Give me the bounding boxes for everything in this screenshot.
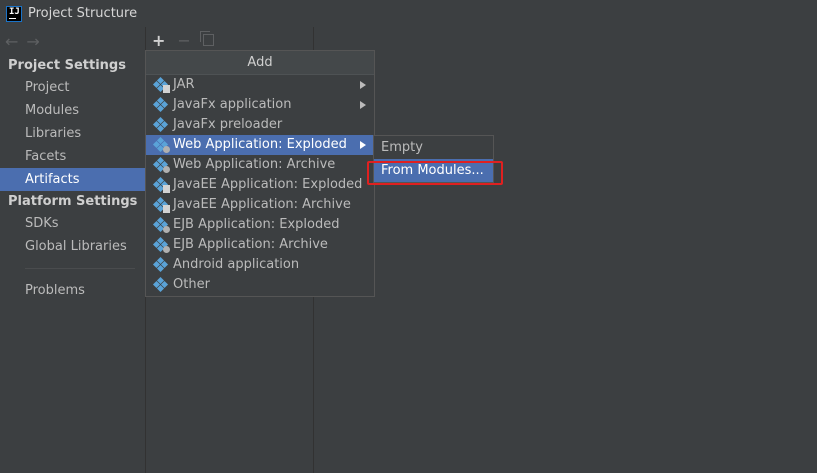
menu-item-javaee-application-exploded[interactable]: JavaEE Application: Exploded (146, 175, 374, 195)
menu-item-label: JavaFx preloader (173, 117, 283, 132)
sidebar-item-artifacts[interactable]: Artifacts (0, 168, 145, 191)
sidebar-item-libraries[interactable]: Libraries (0, 122, 145, 145)
menu-item-ejb-application-archive[interactable]: EJB Application: Archive (146, 235, 374, 255)
sidebar: ← → Project Settings Project Modules Lib… (0, 27, 146, 473)
menu-item-other[interactable]: Other (146, 275, 374, 295)
submenu-arrow-icon (360, 101, 366, 109)
menu-item-label: EJB Application: Archive (173, 237, 328, 252)
forward-arrow-icon[interactable]: → (26, 32, 39, 51)
menu-item-label: JavaEE Application: Archive (173, 197, 351, 212)
submenu-arrow-icon (360, 81, 366, 89)
menu-item-label: JAR (173, 77, 195, 92)
menu-item-label: Web Application: Exploded (173, 137, 347, 152)
platform-settings-header: Platform Settings (8, 194, 138, 209)
artifact-type-icon (152, 136, 170, 153)
artifact-type-icon (152, 176, 170, 193)
artifact-type-icon (152, 156, 170, 173)
copy-icon[interactable] (199, 31, 214, 46)
artifact-type-icon (152, 236, 170, 253)
add-icon[interactable]: + (152, 31, 165, 50)
title-bar: IJ Project Structure (0, 0, 817, 27)
artifact-type-icon (152, 256, 169, 273)
popup-header: Add (146, 51, 374, 75)
menu-item-javafx-preloader[interactable]: JavaFx preloader (146, 115, 374, 135)
menu-item-label: EJB Application: Exploded (173, 217, 340, 232)
nav-arrows: ← → (0, 27, 145, 55)
menu-item-label: Other (173, 277, 210, 292)
remove-icon[interactable]: − (177, 31, 190, 50)
intellij-app-icon: IJ (6, 5, 22, 22)
menu-item-label: Android application (173, 257, 300, 272)
sidebar-item-project[interactable]: Project (0, 76, 145, 99)
artifact-type-icon (152, 96, 169, 113)
sidebar-item-modules[interactable]: Modules (0, 99, 145, 122)
artifact-type-icon (152, 196, 170, 213)
menu-item-web-application-archive[interactable]: Web Application: Archive (146, 155, 374, 175)
sidebar-item-global-libraries[interactable]: Global Libraries (0, 235, 145, 258)
sidebar-item-sdks[interactable]: SDKs (0, 212, 145, 235)
window-title: Project Structure (28, 6, 138, 21)
artifact-type-icon (152, 116, 169, 133)
menu-item-jar[interactable]: JAR (146, 75, 374, 95)
artifact-type-icon (152, 276, 169, 293)
back-arrow-icon[interactable]: ← (5, 32, 18, 51)
artifact-type-icon (152, 216, 170, 233)
add-popup-menu: Add JAR JavaFx application JavaFx preloade… (145, 50, 375, 297)
submenu-item-empty[interactable]: Empty (374, 136, 493, 159)
menu-item-ejb-application-exploded[interactable]: EJB Application: Exploded (146, 215, 374, 235)
menu-item-javafx-application[interactable]: JavaFx application (146, 95, 374, 115)
artifact-type-icon (152, 76, 170, 93)
web-exploded-submenu: Empty From Modules... (373, 135, 494, 183)
details-panel (314, 27, 817, 473)
submenu-item-from-modules[interactable]: From Modules... (374, 159, 493, 182)
sidebar-divider (25, 268, 135, 269)
menu-item-label: JavaEE Application: Exploded (173, 177, 363, 192)
project-settings-header: Project Settings (8, 58, 126, 73)
menu-item-web-application-exploded[interactable]: Web Application: Exploded (146, 135, 374, 155)
menu-item-android-application[interactable]: Android application (146, 255, 374, 275)
menu-item-javaee-application-archive[interactable]: JavaEE Application: Archive (146, 195, 374, 215)
sidebar-item-problems[interactable]: Problems (0, 279, 145, 302)
sidebar-item-facets[interactable]: Facets (0, 145, 145, 168)
submenu-arrow-icon (360, 141, 366, 149)
menu-item-label: Web Application: Archive (173, 157, 336, 172)
menu-item-label: JavaFx application (173, 97, 292, 112)
